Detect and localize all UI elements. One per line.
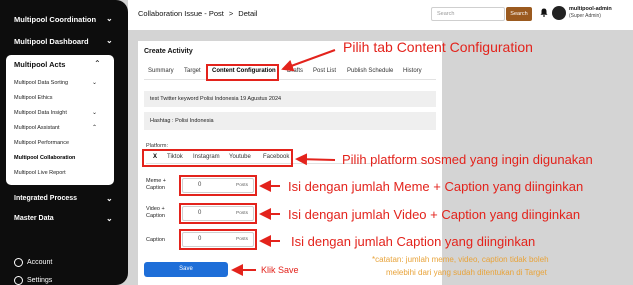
annotation-arrow bbox=[295, 153, 336, 166]
annotation-meme: Isi dengan jumlah Meme + Caption yang di… bbox=[288, 179, 584, 194]
annotation-save: Klik Save bbox=[261, 265, 299, 275]
screenshot-frame: Multipool Coordination ⌄ Multipool Dashb… bbox=[0, 0, 633, 285]
annotation-note-line2: melebihi dari yang sudah ditentukan di T… bbox=[386, 268, 547, 277]
annotation-platform: Pilih platform sosmed yang ingin digunak… bbox=[342, 152, 593, 167]
annotation-arrow bbox=[281, 49, 336, 72]
annotation-note-line1: *catatan: jumlah meme, video, caption ti… bbox=[372, 255, 549, 264]
annotation-caption: Isi dengan jumlah Caption yang diinginka… bbox=[291, 234, 536, 249]
annotation-tab: Pilih tab Content Configuration bbox=[343, 39, 533, 55]
annotation-video: Isi dengan jumlah Video + Caption yang d… bbox=[288, 207, 581, 222]
